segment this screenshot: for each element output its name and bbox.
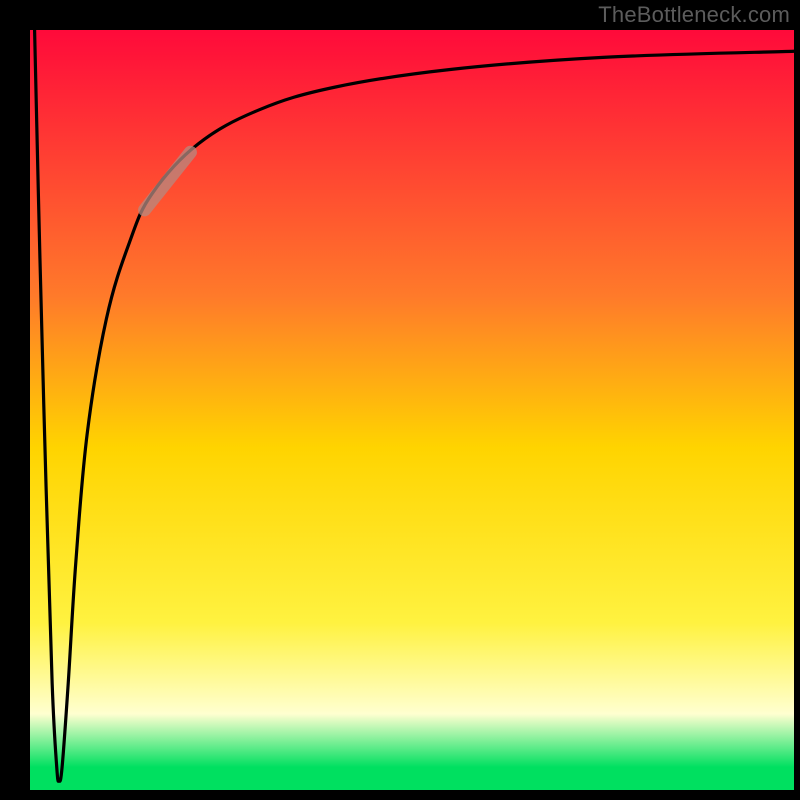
plot-background-gradient bbox=[30, 30, 794, 790]
bottleneck-chart bbox=[0, 0, 800, 800]
chart-stage: TheBottleneck.com bbox=[0, 0, 800, 800]
